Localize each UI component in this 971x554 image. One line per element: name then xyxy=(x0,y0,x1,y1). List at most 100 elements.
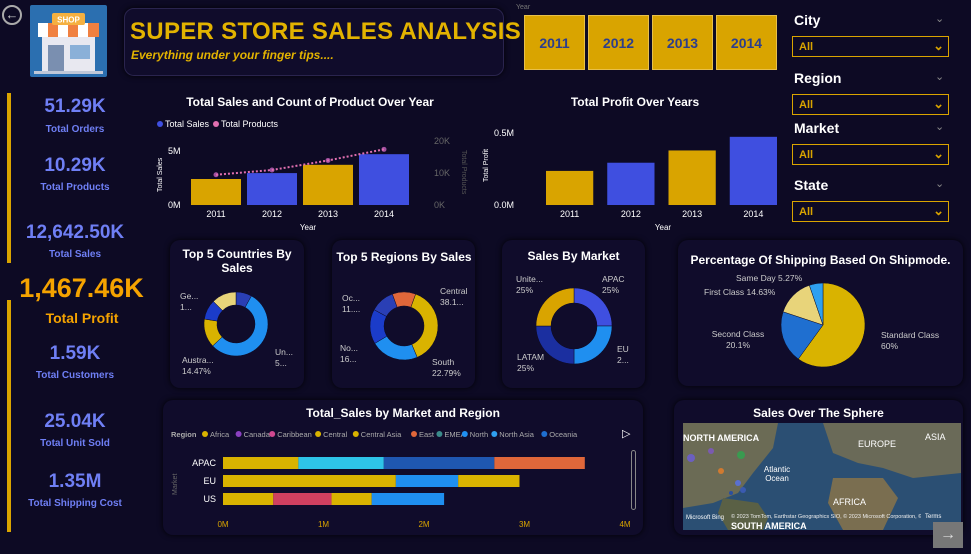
bar-segment-US xyxy=(371,493,445,505)
shop-logo: SHOP xyxy=(30,5,107,77)
map-label-europe: EUROPE xyxy=(858,439,897,449)
chevron-down-icon[interactable]: ⌄ xyxy=(935,177,944,190)
region-data-label: Oc... xyxy=(342,293,360,303)
city-dropdown[interactable]: All ⌄ xyxy=(792,36,949,57)
y-axis-label: Total Profit xyxy=(483,149,490,182)
total-customers-value: 1.59K xyxy=(49,343,101,364)
total-shipping-cost-label: Total Shipping Cost xyxy=(28,498,122,509)
shipping-pie: Standard Class60% Second Class20.1% First … xyxy=(704,273,939,368)
shipmode-data-label: Second Class xyxy=(712,329,764,339)
market-region-chart-title: Total_Sales by Market and Region xyxy=(306,406,500,420)
x-tick-label: 2013 xyxy=(682,209,702,219)
arrow-left-icon: ← xyxy=(5,7,19,22)
chevron-down-icon: ⌄ xyxy=(933,146,944,161)
y-axis-label: Total Sales xyxy=(157,157,164,192)
shipmode-data-label: 60% xyxy=(881,341,898,351)
sales-products-chart-title: Total Sales and Count of Product Over Ye… xyxy=(186,95,434,109)
total-shipping-cost-value: 1.35M xyxy=(48,471,102,492)
country-data-label: Un... xyxy=(275,347,293,357)
region-dropdown[interactable]: All ⌄ xyxy=(792,94,949,115)
countries-chart-title: Top 5 Countries By Sales xyxy=(182,247,292,275)
country-data-label: 1... xyxy=(180,302,192,312)
legend-dot xyxy=(411,431,417,437)
legend-next-icon[interactable]: ▷ xyxy=(622,427,630,440)
total-profit-value: 1,467.46K xyxy=(19,273,144,303)
shipmode-data-label: Standard Class xyxy=(881,330,939,340)
legend-dot xyxy=(269,431,276,437)
x-tick-label: 2012 xyxy=(262,209,282,219)
market-dropdown[interactable]: All ⌄ xyxy=(792,144,949,165)
total-products-value: 10.29K xyxy=(44,155,106,176)
bar-segment-EU xyxy=(395,475,459,487)
city-dropdown-value: All xyxy=(799,41,814,53)
vertical-scrollbar[interactable] xyxy=(631,450,636,510)
year-button-2011[interactable]: 2011 xyxy=(524,15,585,70)
bing-logo: Microsoft Bing xyxy=(686,515,725,521)
bar-segment-EU xyxy=(458,475,520,487)
bar-segment-EU xyxy=(223,475,396,487)
year-button-2013[interactable]: 2013 xyxy=(652,15,713,70)
total-sales-label: Total Sales xyxy=(48,249,102,260)
chevron-down-icon: ⌄ xyxy=(933,203,944,218)
country-data-label: 14.47% xyxy=(182,366,211,376)
state-dropdown-value: All xyxy=(799,206,814,218)
profit-bar-2013 xyxy=(668,150,716,205)
region-slicer-label: Region xyxy=(794,70,842,86)
legend-dot xyxy=(352,431,359,437)
country-data-label: 5... xyxy=(275,358,287,368)
region-dropdown-value: All xyxy=(799,99,814,111)
x-tick-label: 3M xyxy=(519,520,530,529)
y-tick-label: US xyxy=(203,494,216,504)
sales-map[interactable]: NORTH AMERICA EUROPE ASIA Atlantic Ocean… xyxy=(683,423,961,530)
chevron-down-icon[interactable]: ⌄ xyxy=(935,120,944,133)
legend-dot xyxy=(315,431,322,437)
x-tick-label: 2011 xyxy=(560,209,579,219)
region-data-label: Central xyxy=(440,286,468,296)
market-slicer-label: Market xyxy=(794,120,840,136)
bar-segment-APAC xyxy=(298,457,384,469)
regions-chart-title: Top 5 Regions By Sales xyxy=(336,250,472,264)
market-data-label: LATAM xyxy=(517,352,544,362)
profit-bar-2012 xyxy=(607,162,655,205)
legend-dot xyxy=(202,431,208,437)
sales-bar-2011 xyxy=(191,179,241,205)
market-dropdown-value: All xyxy=(799,149,814,161)
shipmode-data-label: 20.1% xyxy=(726,340,751,350)
market-region-chart: Region Africa Canada Caribbean Central Centra… xyxy=(171,430,631,529)
map-terms-link[interactable]: Terms xyxy=(925,514,941,520)
legend-label: Oceania xyxy=(549,430,578,439)
y2-tick-label: 0K xyxy=(434,200,445,210)
legend-label-total-products: Total Products xyxy=(221,119,279,129)
bar-segment-APAC xyxy=(494,457,585,469)
market-data-label: 2... xyxy=(617,355,629,365)
market-data-label: EU xyxy=(617,344,629,354)
bar-segment-APAC xyxy=(223,457,299,469)
chevron-down-icon[interactable]: ⌄ xyxy=(935,70,944,83)
year-button-2012[interactable]: 2012 xyxy=(588,15,649,70)
year-filter-label: Year xyxy=(516,4,531,11)
next-page-button[interactable]: → xyxy=(933,522,963,548)
country-data-label: Austra... xyxy=(182,355,214,365)
sales-products-chart: Total Sales Total Products 2011 2012 2013 20… xyxy=(157,119,467,232)
market-data-label: APAC xyxy=(602,274,625,284)
legend-label: North Asia xyxy=(499,430,534,439)
year-button-2014[interactable]: 2014 xyxy=(716,15,777,70)
profit-bar-2011 xyxy=(546,170,594,205)
legend-dot-total-sales xyxy=(157,121,163,127)
market-slice-1 xyxy=(573,325,613,365)
x-tick-label: 2011 xyxy=(206,209,225,219)
chevron-down-icon[interactable]: ⌄ xyxy=(935,12,944,25)
state-dropdown[interactable]: All ⌄ xyxy=(792,201,949,222)
y-tick-label: 0M xyxy=(168,200,181,210)
region-data-label: South xyxy=(432,357,454,367)
region-slice-0 xyxy=(410,293,439,358)
page-subtitle: Everything under your finger tips.... xyxy=(131,48,334,62)
x-tick-label: 2012 xyxy=(621,209,641,219)
profit-chart-title: Total Profit Over Years xyxy=(570,95,700,109)
chevron-down-icon: ⌄ xyxy=(933,96,944,111)
total-sales-value: 12,642.50K xyxy=(25,222,125,243)
total-orders-value: 51.29K xyxy=(44,96,106,117)
back-button[interactable]: ← xyxy=(2,5,22,25)
legend-label: Africa xyxy=(210,430,230,439)
sales-bar-2013 xyxy=(303,164,353,205)
